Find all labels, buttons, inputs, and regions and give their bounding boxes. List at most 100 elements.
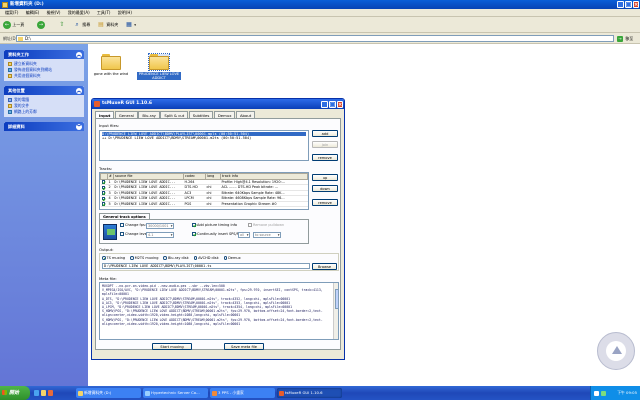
checkbox[interactable] [101,202,105,206]
radio[interactable] [163,256,167,260]
quicklaunch-media-icon[interactable] [48,390,53,396]
start-muxing-button[interactable]: Start muxing [152,343,192,350]
folder-item[interactable]: gone with the wind [89,54,133,76]
clock[interactable]: 下午 09:05 [617,386,637,400]
explorer-title-bar[interactable]: 新增資料夾 (D:) _ □ × [0,0,640,9]
save-meta-button[interactable]: Save meta file [224,343,264,350]
paint-icon [212,390,217,396]
radio-m2ts-muxing[interactable]: M2TS muxing [130,256,158,260]
folder-icon [2,1,8,8]
menu-favorites[interactable]: 我的最愛(A) [65,9,93,17]
tab-general[interactable]: General [114,111,138,118]
address-input[interactable]: D:\ [16,35,614,42]
change-level-option[interactable]: Change level: [120,232,149,236]
add-timing-option[interactable]: Add picture timing info [192,223,237,227]
track-row[interactable]: 5 D:\PRUDENCE LIEW LOVE ADDIC... PGS chi… [100,201,308,207]
views-icon: ▦ [126,21,132,28]
search-button[interactable]: ⌕ 搜尋 [73,20,90,30]
radio[interactable] [102,256,106,260]
menu-view[interactable]: 檢視(V) [44,9,64,17]
task-server-console[interactable]: Hypertechnic Server Co... [143,388,208,398]
meta-scrollbar[interactable] [333,283,338,339]
remove-file-button[interactable]: remove [312,154,338,161]
task-link-share[interactable]: 共用這個資料夾 [8,73,80,79]
minimize-button[interactable]: _ [617,1,624,8]
collapse-icon[interactable]: ︽ [76,51,82,58]
maximize-button[interactable]: □ [329,100,336,108]
input-files-list[interactable]: D:\PRUDENCE LIEW LOVE ADDICT\BDMV\PLAYLI… [99,130,309,161]
checkbox[interactable] [120,223,124,227]
tab-subtitles[interactable]: Subtitles [188,111,214,118]
checkbox[interactable] [192,223,196,227]
insert-mode-select[interactable]: all [238,231,250,238]
go-button[interactable]: → 移至 [617,35,637,42]
close-button[interactable]: × [633,1,639,8]
folder-item-selected[interactable]: PRUDENCE LIEW LOVE ADDICT [137,53,181,81]
maximize-button[interactable]: □ [625,1,632,8]
checkbox[interactable] [120,232,124,236]
checkbox[interactable] [101,196,105,200]
checkbox[interactable] [192,232,196,236]
level-select[interactable]: 4.1 [146,231,174,238]
menu-help[interactable]: 說明(H) [115,9,135,17]
task-group-header[interactable]: 其他位置 ︽ [4,86,84,95]
network-icon[interactable] [601,390,606,396]
radio[interactable] [193,256,198,260]
search-label: 搜尋 [82,22,91,27]
forward-button[interactable]: → [37,20,45,30]
remove-pulldown-option[interactable]: Remove pulldown [248,223,284,227]
tsmuxer-title-bar[interactable]: tsMuxeR GUI 1.10.6 _ □ × [92,99,344,109]
radio-avchd-disk[interactable]: AVCHD disk [193,256,219,260]
menu-file[interactable]: 檔案(F) [0,9,21,17]
continually-insert-option[interactable]: Continually insert SPS/PPS [192,232,243,236]
checkbox[interactable] [101,191,105,195]
insert-target-select[interactable]: to source [253,231,281,238]
remove-track-button[interactable]: remove [312,199,338,206]
windows-logo-icon [2,390,7,395]
track-check[interactable] [100,201,108,207]
meta-file-text[interactable]: MUXOPT --no-pcr-on-video-pid --new-audio… [99,282,339,340]
tab-about[interactable]: About [235,111,256,118]
minimize-button[interactable]: _ [321,100,328,108]
task-tsmuxer[interactable]: tsMuxeR GUI 1.10.6 [277,388,342,398]
views-button[interactable]: ▦ ▾ [125,20,136,30]
folders-button[interactable]: ▤ 資料夾 [97,20,118,30]
output-path-input[interactable]: D:\PRUDENCE LIEW LOVE ADDICT\BDMV\PLAYLI… [102,263,310,269]
tab-bluray[interactable]: Blu-ray [138,111,160,118]
radio-demux[interactable]: Demux [223,256,241,260]
join-button[interactable]: join [312,141,338,148]
radio-ts-muxing[interactable]: TS muxing [102,256,125,260]
task-group-header[interactable]: 詳細資料 ︾ [4,122,84,131]
start-button[interactable]: 開始 [0,386,30,400]
up-folder-button[interactable]: ⇧ [58,20,66,30]
fps-select[interactable]: 30000/1001 [146,222,174,229]
volume-icon[interactable] [594,390,599,396]
checkbox[interactable] [248,223,252,227]
checkbox[interactable] [101,185,105,189]
checkbox[interactable] [101,180,105,184]
task-explorer[interactable]: 新增資料夾 (D:) [76,388,141,398]
add-button[interactable]: add [312,130,338,137]
radio[interactable] [130,256,134,260]
input-file-item[interactable]: ++ D:\PRUDENCE LIEW LOVE ADDICT\BDMV\STR… [102,136,306,140]
place-network[interactable]: 網路上的芳鄰 [8,109,80,115]
back-button[interactable]: ← 上一頁 [3,20,24,30]
menu-edit[interactable]: 編輯(E) [23,9,43,17]
down-button[interactable]: down [312,185,338,192]
close-button[interactable]: × [337,100,343,108]
expand-icon[interactable]: ︾ [76,123,82,130]
tab-split-cut[interactable]: Split & cut [160,111,189,118]
quicklaunch-ie-icon[interactable] [34,390,39,396]
browse-button[interactable]: Browse [312,263,337,270]
task-paint[interactable]: 3 PPS - 小畫家 [210,388,275,398]
up-button[interactable]: up [312,174,338,181]
radio-bluray-disk[interactable]: Blu-ray disk [163,256,189,260]
scrollbar-thumb[interactable] [334,289,338,309]
task-group-header[interactable]: 資料夾工作 ︽ [4,50,84,59]
radio[interactable] [223,256,228,260]
menu-tools[interactable]: 工具(T) [94,9,114,17]
change-fps-option[interactable]: Change fps: [120,223,146,227]
tab-demux[interactable]: Demux [213,111,236,118]
quicklaunch-folder-icon[interactable] [41,390,46,396]
collapse-icon[interactable]: ︽ [76,87,82,94]
